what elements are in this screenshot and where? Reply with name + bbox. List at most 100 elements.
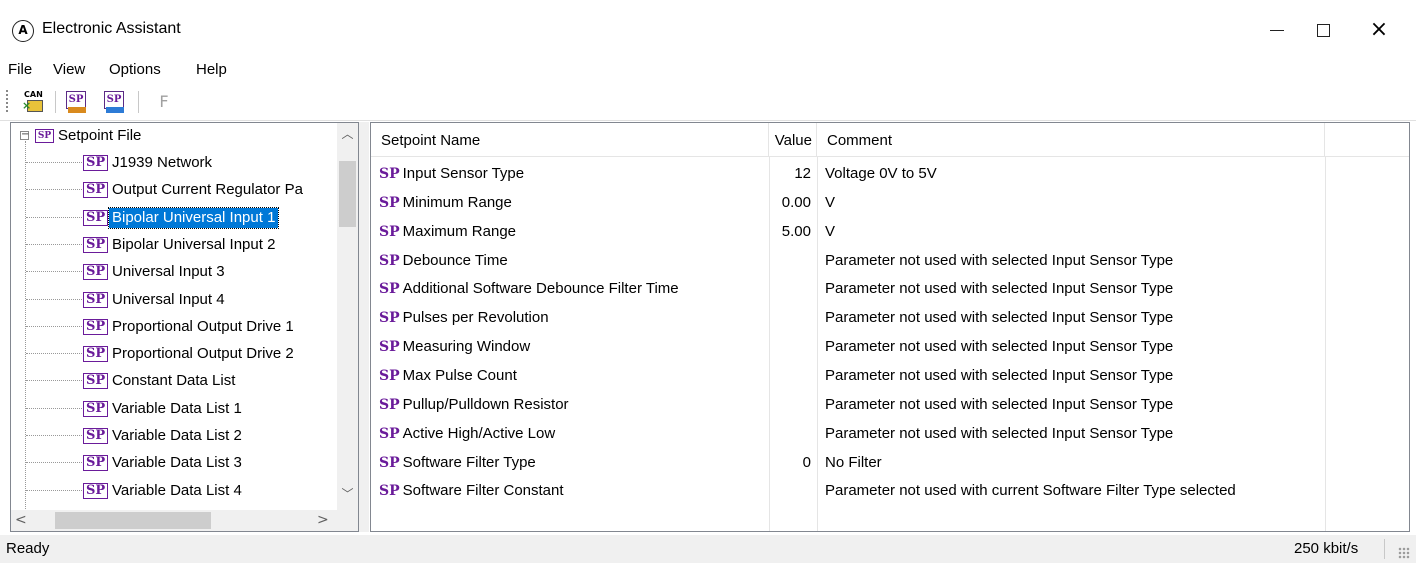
tree-item[interactable]: SP Universal Input 4 <box>11 286 341 313</box>
column-header-value[interactable]: Value <box>769 123 817 156</box>
setpoint-tree[interactable]: − SP Setpoint File SP J1939 Network SP Outp… <box>10 122 359 532</box>
setpoint-value-cell[interactable] <box>769 361 817 390</box>
flash-button[interactable]: F <box>152 90 176 114</box>
setpoint-value-cell[interactable] <box>769 274 817 303</box>
setpoint-icon: SP <box>379 223 400 240</box>
collapse-icon[interactable]: − <box>20 130 29 140</box>
setpoint-icon: SP <box>83 400 109 417</box>
tree-item[interactable]: SP Variable Data List 2 <box>11 422 341 449</box>
grid-row[interactable]: SP Max Pulse Count Parameter not used with… <box>371 361 1409 390</box>
tree-horizontal-scrollbar[interactable]: < > <box>11 510 337 531</box>
tree-connector <box>26 407 82 409</box>
setpoint-value-cell[interactable]: 12 <box>769 159 817 188</box>
grid-row[interactable]: SP Active High/Active Low Parameter not us… <box>371 419 1409 448</box>
tree-item-label: Variable Data List 4 <box>112 481 242 499</box>
maximize-button[interactable] <box>1300 8 1346 52</box>
can-connect-button[interactable]: CAN × <box>22 90 46 114</box>
setpoint-name-cell: SP Maximum Range <box>371 217 769 246</box>
scroll-left-icon[interactable]: < <box>15 510 27 531</box>
tree-item[interactable]: SP Proportional Output Drive 2 <box>11 340 341 367</box>
setpoint-value-cell[interactable] <box>769 246 817 275</box>
setpoint-value-cell[interactable] <box>769 419 817 448</box>
window-title: Electronic Assistant <box>42 20 181 37</box>
scroll-thumb-horizontal[interactable] <box>55 512 211 529</box>
status-text: Ready <box>6 540 50 557</box>
save-setpoint-button[interactable]: SP <box>103 90 127 114</box>
tree-item-label: Bipolar Universal Input 2 <box>112 235 276 253</box>
grid-row[interactable]: SP Measuring Window Parameter not used wit… <box>371 332 1409 361</box>
scroll-right-icon[interactable]: > <box>317 510 329 531</box>
tree-item[interactable]: SP Bipolar Universal Input 2 <box>11 231 341 258</box>
setpoint-value-cell[interactable] <box>769 390 817 419</box>
tree-item-label: Universal Input 3 <box>112 263 225 281</box>
tree-item[interactable]: SP Proportional Output Drive 1 <box>11 313 341 340</box>
setpoint-comment-cell: Parameter not used with selected Input S… <box>825 251 1174 269</box>
setpoint-icon: SP <box>83 346 109 363</box>
grid-row[interactable]: SP Additional Software Debounce Filter Ti… <box>371 274 1409 303</box>
setpoint-comment-cell: V <box>825 193 836 211</box>
setpoint-value-cell[interactable]: 5.00 <box>769 217 817 246</box>
setpoint-name-cell: SP Measuring Window <box>371 332 769 361</box>
minimize-button[interactable] <box>1254 8 1300 52</box>
setpoint-name-cell: SP Debounce Time <box>371 246 769 275</box>
setpoint-value-cell[interactable] <box>769 476 817 505</box>
setpoint-icon: SP <box>379 166 400 182</box>
tree-connector <box>26 271 82 273</box>
grid-row[interactable]: SP Minimum Range 0.00 V <box>371 188 1409 217</box>
grid-row[interactable]: SP Software Filter Constant Parameter not … <box>371 476 1409 505</box>
tree-item[interactable]: SP Variable Data List 4 <box>11 477 341 504</box>
tree-connector <box>26 216 82 218</box>
status-separator <box>1384 539 1385 559</box>
setpoint-value-cell[interactable]: 0.00 <box>769 188 817 217</box>
tree-item-label: Variable Data List 2 <box>112 427 242 444</box>
menu-view[interactable]: View <box>53 60 85 80</box>
tree-vertical-scrollbar[interactable]: ︿ ﹀ <box>337 123 358 510</box>
grid-row[interactable]: SP Pulses per Revolution Parameter not use… <box>371 303 1409 332</box>
tree-connector <box>26 325 82 327</box>
setpoint-value-cell[interactable]: 0 <box>769 448 817 477</box>
toolbar-grip[interactable] <box>6 90 8 114</box>
grid-row[interactable]: SP Maximum Range 5.00 V <box>371 217 1409 246</box>
setpoint-comment-cell: Voltage 0V to 5V <box>825 165 937 182</box>
grid-row[interactable]: SP Input Sensor Type 12 Voltage 0V to 5V <box>371 159 1409 188</box>
grid-row[interactable]: SP Debounce Time Parameter not used with s… <box>371 246 1409 275</box>
tree-item[interactable]: SP Variable Data List 1 <box>11 395 341 422</box>
setpoint-comment-cell: Parameter not used with selected Input S… <box>825 338 1174 356</box>
tree-item-label: Bipolar Universal Input 1 <box>107 206 280 229</box>
minimize-icon <box>1270 29 1284 31</box>
menu-help[interactable]: Help <box>196 60 227 80</box>
tree-item-label: Variable Data List 1 <box>112 399 242 417</box>
menu-options[interactable]: Options <box>109 60 161 80</box>
scroll-thumb[interactable] <box>339 161 356 227</box>
tree-item-label: Proportional Output Drive 1 <box>112 317 294 335</box>
setpoint-name-cell: SP Input Sensor Type <box>371 159 769 188</box>
column-header-comment[interactable]: Comment <box>817 123 1325 156</box>
tree-item[interactable]: SP Constant Data List <box>11 367 341 394</box>
menu-file[interactable]: File <box>8 60 32 80</box>
tree-item[interactable]: SP Output Current Regulator Pa <box>11 176 341 203</box>
setpoint-icon: SP <box>379 367 400 384</box>
setpoint-value-cell[interactable] <box>769 332 817 361</box>
open-setpoint-button[interactable]: SP <box>65 90 89 114</box>
column-header-name[interactable]: Setpoint Name <box>371 123 769 156</box>
grid-header: Setpoint Name Value Comment <box>371 123 1409 157</box>
tree-item[interactable]: SP Variable Data List 3 <box>11 449 341 476</box>
tree-item[interactable]: SP Universal Input 3 <box>11 258 341 285</box>
setpoint-icon: SP <box>83 455 109 472</box>
setpoint-name: Minimum Range <box>402 193 512 211</box>
scroll-up-icon[interactable]: ︿ <box>337 125 358 145</box>
close-button[interactable]: × <box>1356 8 1402 52</box>
resize-grip-icon[interactable] <box>1398 547 1410 559</box>
tree-item[interactable]: SP J1939 Network <box>11 149 341 176</box>
tree-item[interactable]: SP Bipolar Universal Input 1 <box>11 204 341 231</box>
setpoint-icon: SP <box>83 236 109 253</box>
scroll-down-icon[interactable]: ﹀ <box>337 485 358 505</box>
menu-bar: File View Options Help <box>0 60 1416 82</box>
setpoint-icon: SP <box>379 339 400 356</box>
tree-item-label: Constant Data List <box>112 372 236 390</box>
grid-row[interactable]: SP Software Filter Type 0 No Filter <box>371 448 1409 477</box>
pane-splitter[interactable] <box>359 122 369 532</box>
grid-row[interactable]: SP Pullup/Pulldown Resistor Parameter not … <box>371 390 1409 419</box>
setpoint-value-cell[interactable] <box>769 303 817 332</box>
setpoint-icon: SP <box>83 182 109 199</box>
